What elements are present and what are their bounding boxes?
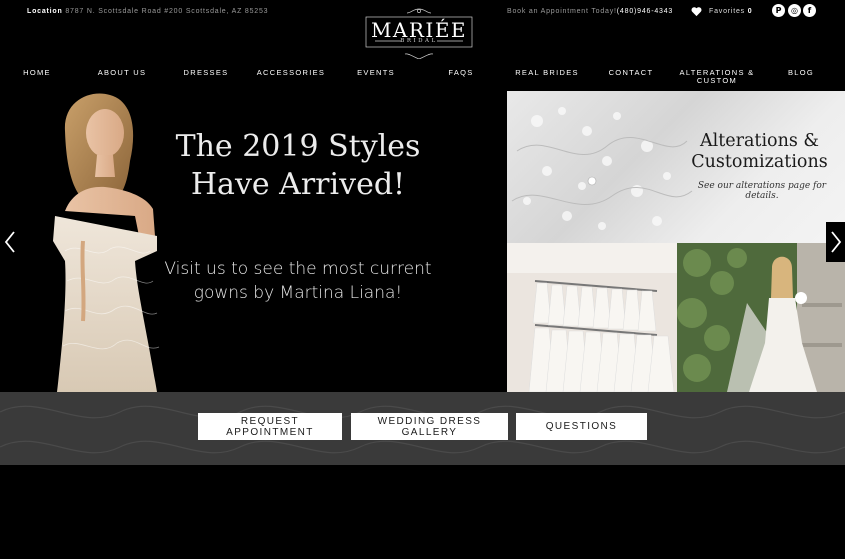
nav-home[interactable]: HOME [10, 69, 64, 77]
nav-real-brides[interactable]: REAL BRIDES [509, 69, 585, 77]
questions-button[interactable]: QUESTIONS [516, 413, 647, 440]
hero-slide[interactable]: The 2019 Styles Have Arrived! Visit us t… [0, 91, 507, 392]
nav-faqs[interactable]: FAQS [433, 69, 489, 77]
boutique-image [507, 243, 677, 392]
alterations-title-line1: Alterations & [700, 131, 819, 151]
location-info: Location 8787 N. Scottsdale Road #200 Sc… [27, 8, 268, 15]
chevron-left-icon [4, 231, 15, 253]
alterations-panel[interactable]: Alterations & Customizations See our alt… [507, 91, 845, 243]
boutique-panel[interactable] [507, 243, 677, 392]
nav-about-us[interactable]: ABOUT US [88, 69, 156, 77]
logo-sub: BRIDAL [400, 38, 438, 44]
heart-icon[interactable] [691, 4, 702, 17]
logo[interactable]: MARIÉE BRIDAL [365, 7, 473, 60]
alterations-note: See our alterations page for details. [697, 181, 827, 201]
hero-title: The 2019 Styles Have Arrived! [150, 128, 446, 204]
phone-number[interactable]: (480)946-4343 [617, 8, 673, 15]
hero-sub-line2: gowns by Martina Liana! [193, 283, 403, 303]
address-text: 8787 N. Scottsdale Road #200 Scottsdale,… [65, 8, 269, 15]
hero-title-line1: The 2019 Styles [175, 129, 421, 164]
instagram-icon[interactable]: ◎ [788, 4, 801, 17]
hero-subtitle: Visit us to see the most current gowns b… [150, 257, 446, 305]
alterations-title: Alterations & Customizations [687, 131, 832, 173]
nav-contact[interactable]: CONTACT [600, 69, 662, 77]
location-label: Location [27, 8, 63, 15]
hero-sub-line1: Visit us to see the most current [164, 259, 432, 279]
wedding-dress-gallery-button[interactable]: WEDDING DRESS GALLERY [351, 413, 508, 440]
nav-events[interactable]: EVENTS [345, 69, 407, 77]
book-appointment[interactable]: Book an Appointment Today!(480)946-4343 [507, 8, 673, 15]
top-bar: Location 8787 N. Scottsdale Road #200 Sc… [0, 0, 845, 62]
nav-dresses[interactable]: DRESSES [175, 69, 237, 77]
book-text: Book an Appointment Today! [507, 8, 617, 15]
real-bride-image [677, 243, 845, 392]
real-bride-panel[interactable] [677, 243, 845, 392]
alterations-title-line2: Customizations [691, 152, 828, 172]
pinterest-icon[interactable]: P [772, 4, 785, 17]
favorites-label: Favorites [709, 8, 745, 15]
request-appointment-button[interactable]: REQUEST APPOINTMENT [198, 413, 342, 440]
favorites-count: 0 [747, 8, 753, 15]
nav-blog[interactable]: BLOG [775, 69, 827, 77]
nav-accessories[interactable]: ACCESSORIES [252, 69, 330, 77]
slider-prev-arrow[interactable] [0, 222, 20, 262]
main-nav: HOME ABOUT US DRESSES ACCESSORIES EVENTS… [0, 66, 845, 88]
facebook-icon[interactable]: f [803, 4, 816, 17]
slider-next-arrow[interactable] [826, 222, 845, 262]
chevron-right-icon [831, 231, 842, 253]
cta-band: REQUEST APPOINTMENT WEDDING DRESS GALLER… [0, 392, 845, 465]
favorites-link[interactable]: Favorites 0 [709, 8, 752, 15]
hero-title-line2: Have Arrived! [190, 167, 406, 202]
nav-alterations-custom[interactable]: ALTERATIONS & CUSTOM [672, 69, 762, 85]
